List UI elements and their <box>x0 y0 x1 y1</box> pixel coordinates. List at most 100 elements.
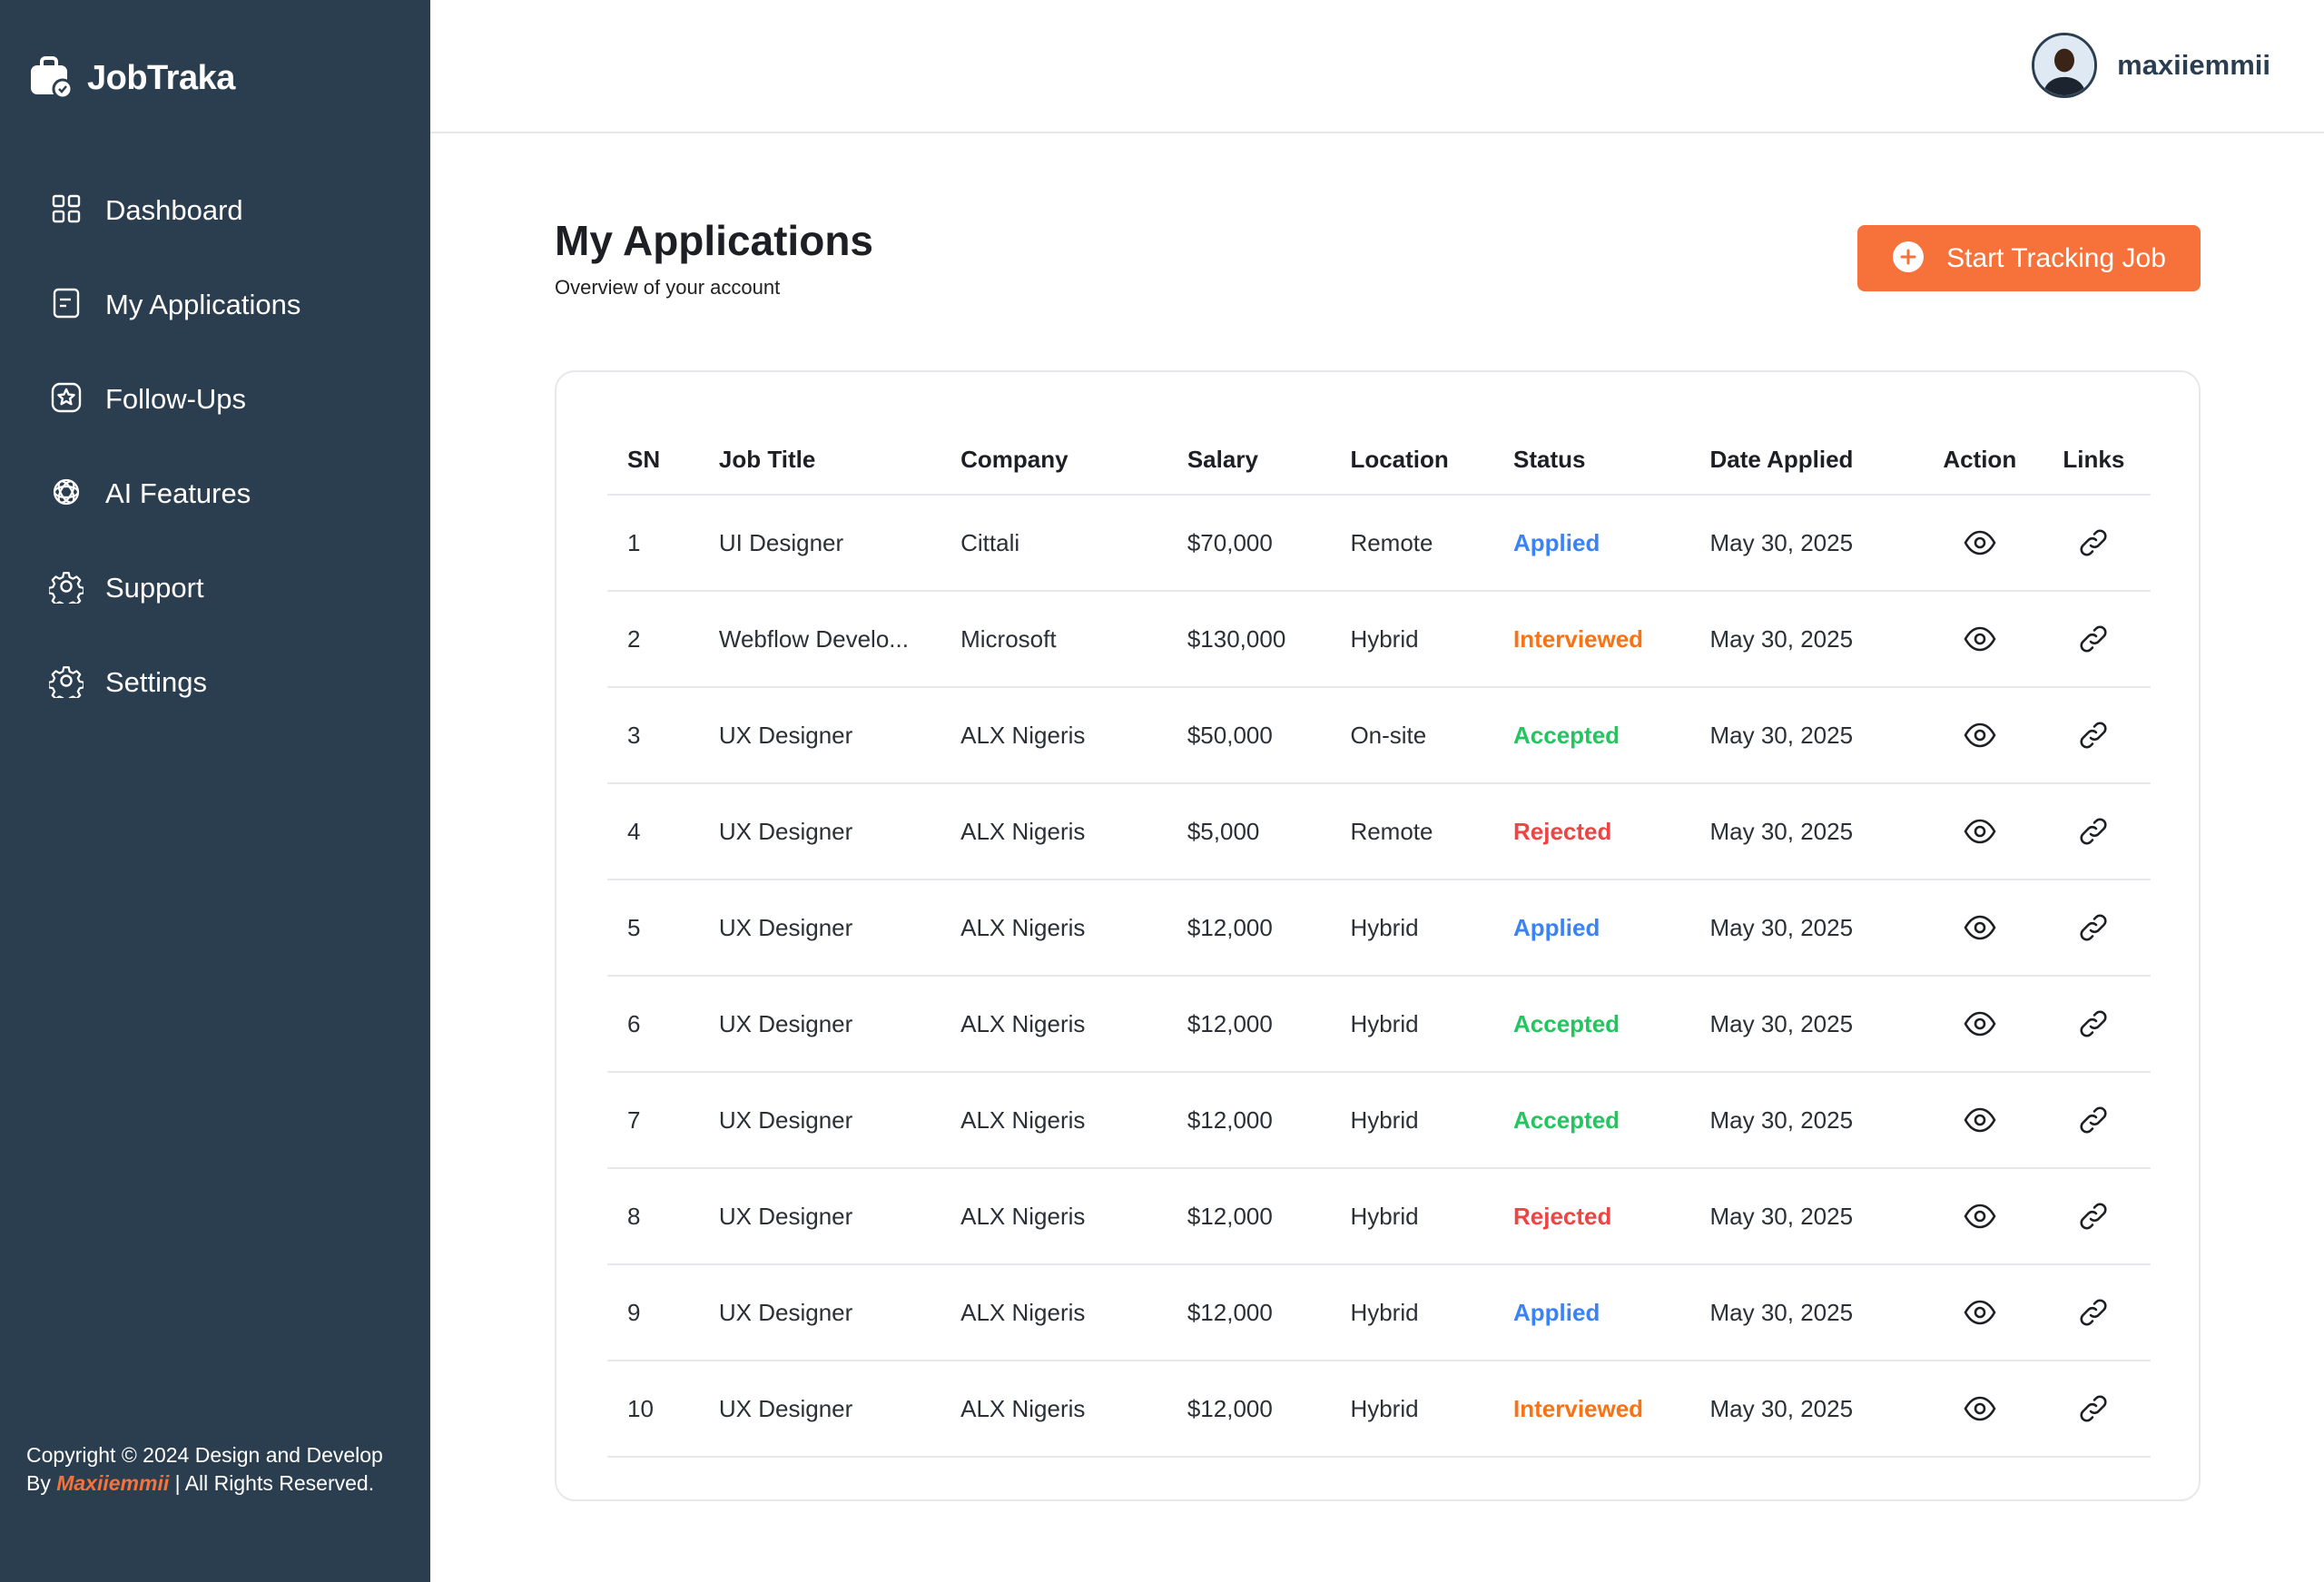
sidebar-item-settings[interactable]: Settings <box>0 635 430 730</box>
cell-status: Applied <box>1513 879 1710 977</box>
cell-salary: $12,000 <box>1187 1072 1351 1169</box>
cell-links <box>2036 976 2151 1073</box>
cell-action <box>1922 1361 2037 1458</box>
cell-links <box>2036 495 2151 592</box>
table-row[interactable]: 2 Webflow Develo... Microsoft $130,000 Hybri… <box>607 591 2151 688</box>
user-menu[interactable]: maxiiemmii <box>2032 33 2270 98</box>
link-icon[interactable] <box>2076 1391 2111 1426</box>
table-row[interactable]: 1 UI Designer Cittali $70,000 Remote Applied M… <box>607 495 2151 592</box>
cell-company: ALX Nigeris <box>960 1264 1187 1361</box>
eye-icon[interactable] <box>1963 526 1997 560</box>
cell-status: Applied <box>1513 495 1710 592</box>
table-row[interactable]: 9 UX Designer ALX Nigeris $12,000 Hybrid Appl… <box>607 1264 2151 1361</box>
cell-status: Rejected <box>1513 783 1710 880</box>
sidebar-item-follow-ups[interactable]: Follow-Ups <box>0 352 430 447</box>
link-icon[interactable] <box>2076 718 2111 752</box>
table-row[interactable]: 10 UX Designer ALX Nigeris $12,000 Hybrid Int… <box>607 1361 2151 1458</box>
cell-status: Applied <box>1513 1264 1710 1361</box>
column-header-job-title[interactable]: Job Title <box>718 427 961 496</box>
table-row[interactable]: 4 UX Designer ALX Nigeris $5,000 Remote Rejec… <box>607 783 2151 880</box>
page-subtitle: Overview of your account <box>555 276 781 299</box>
cell-location: Remote <box>1350 495 1514 592</box>
cell-date-applied: May 30, 2025 <box>1709 591 1923 688</box>
eye-icon[interactable] <box>1963 1103 1997 1137</box>
eye-icon[interactable] <box>1963 910 1997 945</box>
sidebar-item-ai-features[interactable]: AI Features <box>0 447 430 541</box>
link-icon[interactable] <box>2076 1007 2111 1041</box>
cell-status: Accepted <box>1513 1072 1710 1169</box>
cell-links <box>2036 1264 2151 1361</box>
applications-table: SN Job Title Company Salary Location Sta… <box>607 427 2151 1458</box>
sidebar-item-dashboard[interactable]: Dashboard <box>0 163 430 258</box>
link-icon[interactable] <box>2076 1295 2111 1330</box>
link-icon[interactable] <box>2076 814 2111 849</box>
cell-location: Hybrid <box>1350 1361 1514 1458</box>
cell-sn: 6 <box>607 976 719 1073</box>
sidebar: JobTraka Dashboard My Applications Follo… <box>0 0 430 1582</box>
column-header-action: Action <box>1922 427 2037 496</box>
cell-links <box>2036 687 2151 784</box>
table-row[interactable]: 5 UX Designer ALX Nigeris $12,000 Hybrid Appl… <box>607 879 2151 977</box>
cell-date-applied: May 30, 2025 <box>1709 783 1923 880</box>
link-icon[interactable] <box>2076 622 2111 656</box>
link-icon[interactable] <box>2076 1199 2111 1233</box>
cell-company: ALX Nigeris <box>960 879 1187 977</box>
top-bar: maxiiemmii <box>430 0 2324 133</box>
cell-action <box>1922 1168 2037 1265</box>
sidebar-nav: Dashboard My Applications Follow-Ups AI … <box>0 163 430 730</box>
cell-action <box>1922 1072 2037 1169</box>
column-header-salary[interactable]: Salary <box>1187 427 1351 496</box>
cell-links <box>2036 1361 2151 1458</box>
column-header-company[interactable]: Company <box>960 427 1187 496</box>
link-icon[interactable] <box>2076 910 2111 945</box>
column-header-date-applied[interactable]: Date Applied <box>1709 427 1923 496</box>
table-row[interactable]: 6 UX Designer ALX Nigeris $12,000 Hybrid Acce… <box>607 976 2151 1073</box>
cell-sn: 7 <box>607 1072 719 1169</box>
cell-action <box>1922 879 2037 977</box>
cell-location: Hybrid <box>1350 879 1514 977</box>
cell-job-title: UX Designer <box>718 783 961 880</box>
avatar[interactable] <box>2032 33 2098 98</box>
cell-location: Hybrid <box>1350 1072 1514 1169</box>
link-icon[interactable] <box>2076 526 2111 560</box>
eye-icon[interactable] <box>1963 718 1997 752</box>
copyright-author-link[interactable]: Maxiiemmii <box>56 1471 169 1495</box>
cell-company: ALX Nigeris <box>960 687 1187 784</box>
eye-icon[interactable] <box>1963 814 1997 849</box>
table-row[interactable]: 3 UX Designer ALX Nigeris $50,000 On-site Acc… <box>607 687 2151 784</box>
column-header-sn[interactable]: SN <box>607 427 719 496</box>
eye-icon[interactable] <box>1963 1199 1997 1233</box>
cell-action <box>1922 783 2037 880</box>
eye-icon[interactable] <box>1963 1295 1997 1330</box>
sidebar-item-label: AI Features <box>105 477 251 509</box>
cell-company: ALX Nigeris <box>960 1168 1187 1265</box>
eye-icon[interactable] <box>1963 1391 1997 1426</box>
cell-salary: $130,000 <box>1187 591 1351 688</box>
cell-company: ALX Nigeris <box>960 1072 1187 1169</box>
cell-sn: 2 <box>607 591 719 688</box>
sidebar-item-my-applications[interactable]: My Applications <box>0 258 430 352</box>
eye-icon[interactable] <box>1963 622 1997 656</box>
cell-company: Cittali <box>960 495 1187 592</box>
username: maxiiemmii <box>2117 49 2270 81</box>
column-header-status[interactable]: Status <box>1513 427 1710 496</box>
sidebar-item-label: Follow-Ups <box>105 383 247 415</box>
eye-icon[interactable] <box>1963 1007 1997 1041</box>
ai-knot-icon <box>49 475 84 514</box>
sidebar-item-support[interactable]: Support <box>0 541 430 635</box>
gear-icon <box>47 663 85 703</box>
cell-links <box>2036 1168 2151 1265</box>
column-header-location[interactable]: Location <box>1350 427 1514 496</box>
table-row[interactable]: 7 UX Designer ALX Nigeris $12,000 Hybrid Acce… <box>607 1072 2151 1169</box>
cell-links <box>2036 1072 2151 1169</box>
cell-salary: $50,000 <box>1187 687 1351 784</box>
cell-company: Microsoft <box>960 591 1187 688</box>
link-icon[interactable] <box>2076 1103 2111 1137</box>
briefcase-logo-icon <box>27 53 74 104</box>
cell-company: ALX Nigeris <box>960 1361 1187 1458</box>
star-badge-icon <box>49 380 84 419</box>
start-tracking-job-button[interactable]: Start Tracking Job <box>1857 225 2201 291</box>
brand[interactable]: JobTraka <box>27 53 235 104</box>
cell-sn: 4 <box>607 783 719 880</box>
table-row[interactable]: 8 UX Designer ALX Nigeris $12,000 Hybrid Reje… <box>607 1168 2151 1265</box>
